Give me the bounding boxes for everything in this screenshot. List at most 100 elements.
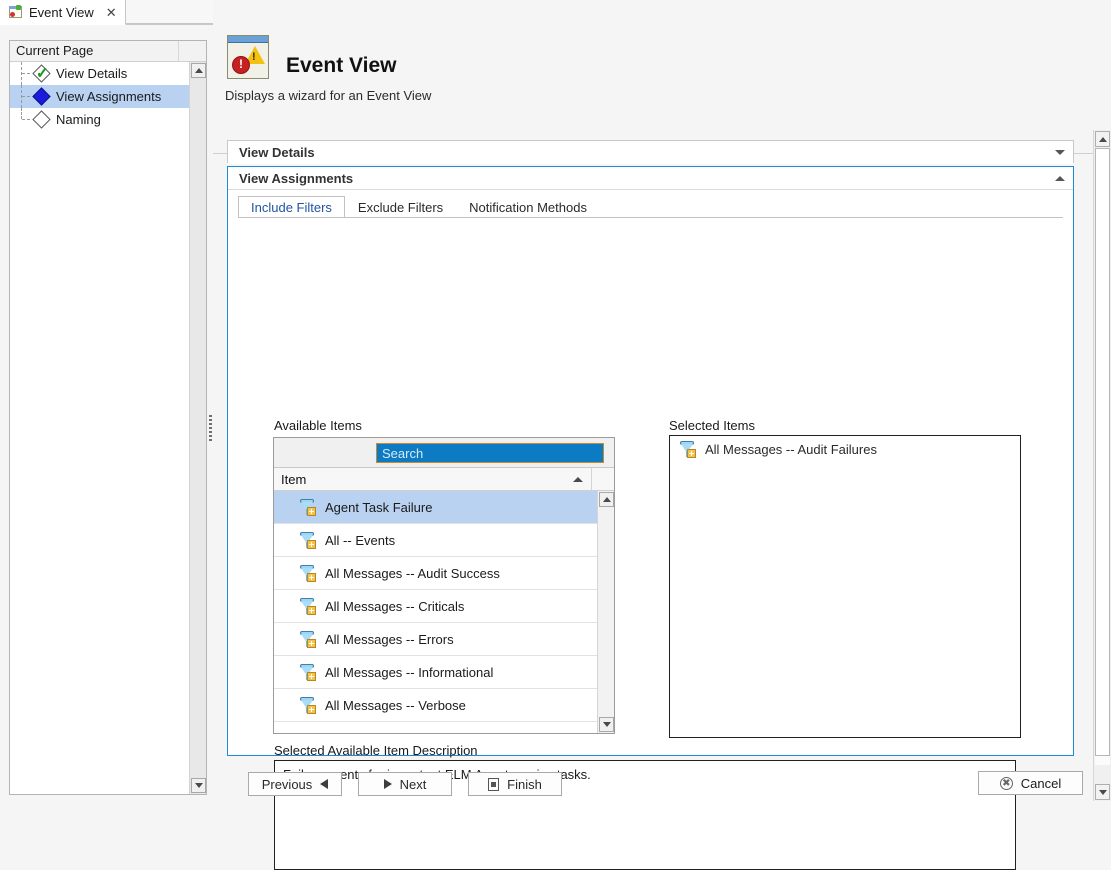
available-items-panel: Item Agent Task Failure <box>273 437 615 734</box>
scroll-down-icon[interactable] <box>191 778 206 793</box>
available-list-scrollbar[interactable] <box>597 491 614 733</box>
page-title: Event View <box>286 54 397 77</box>
list-item[interactable]: All Messages -- Audit Success <box>274 557 597 590</box>
list-item-label: All Messages -- Audit Failures <box>705 441 877 457</box>
chevron-up-icon[interactable] <box>1055 175 1065 181</box>
panel-header-view-assignments[interactable]: View Assignments <box>228 167 1073 190</box>
list-item[interactable]: Agent Task Failure <box>274 491 597 524</box>
column-header-item[interactable]: Item <box>274 468 592 490</box>
diamond-empty-icon <box>32 109 52 130</box>
available-items-label: Available Items <box>274 418 362 433</box>
tree-dash <box>22 96 30 97</box>
list-item-label: All Messages -- Errors <box>325 631 454 647</box>
description-label: Selected Available Item Description <box>274 743 478 758</box>
tab-event-view[interactable]: Event View ✕ <box>0 0 126 25</box>
scroll-up-icon[interactable] <box>599 492 614 507</box>
sort-ascending-icon[interactable] <box>573 476 583 482</box>
tree-dash <box>22 119 30 120</box>
diamond-filled-icon <box>32 86 52 107</box>
finish-label: Finish <box>507 776 542 792</box>
scroll-up-icon[interactable] <box>191 63 206 78</box>
finish-button[interactable]: Finish <box>468 772 562 796</box>
sidebar-item-label: View Details <box>56 66 128 81</box>
list-item-label: All Messages -- Verbose <box>325 697 466 713</box>
cancel-icon: ✖ <box>999 776 1013 790</box>
tab-exclude-filters[interactable]: Exclude Filters <box>345 196 456 218</box>
splitter-grip-icon <box>209 415 212 441</box>
panel-view-assignments: View Assignments Include Filters Exclude… <box>227 166 1074 870</box>
sidebar-item-label: View Assignments <box>56 89 162 104</box>
chevron-down-icon[interactable] <box>1055 150 1065 155</box>
selected-items-list: All Messages -- Audit Failures <box>669 435 1021 738</box>
sidebar-header: Current Page <box>10 41 206 62</box>
chevron-left-icon <box>320 779 329 789</box>
wizard-footer: Previous Next Finish ✖ Cancel <box>227 768 1097 801</box>
sidebar-header-spacer <box>179 41 206 61</box>
panel-title: View Details <box>239 145 315 160</box>
tab-label: Event View <box>29 4 94 20</box>
scroll-down-icon[interactable] <box>599 717 614 732</box>
previous-label: Previous <box>261 776 313 792</box>
finish-icon <box>488 777 500 791</box>
filter-icon <box>298 530 318 550</box>
panel-header-view-details[interactable]: View Details <box>228 141 1073 164</box>
tab-include-filters[interactable]: Include Filters <box>238 196 345 218</box>
filter-icon <box>298 695 318 715</box>
list-item[interactable]: All Messages -- Criticals <box>274 590 597 623</box>
filter-icon <box>298 596 318 616</box>
scroll-up-icon[interactable] <box>1095 131 1110 147</box>
cancel-button[interactable]: ✖ Cancel <box>978 771 1083 795</box>
list-item[interactable]: All Messages -- Verbose <box>274 689 597 722</box>
column-header-label: Item <box>281 471 307 487</box>
sidebar-scrollbar[interactable] <box>189 62 206 794</box>
filter-icon <box>298 497 318 517</box>
available-list-header[interactable]: Item <box>274 468 614 491</box>
list-item[interactable]: All Messages -- Errors <box>274 623 597 656</box>
filter-icon <box>298 563 318 583</box>
event-view-icon <box>7 4 23 20</box>
content-scrollbar[interactable] <box>1093 130 1111 801</box>
wizard-header: ! ! Event View Displays a wizard for an … <box>213 27 1111 154</box>
search-input[interactable] <box>376 443 604 463</box>
panel-title: View Assignments <box>239 170 354 186</box>
list-item-label: All -- Events <box>325 532 396 548</box>
sidebar-item-view-details[interactable]: ✓ View Details <box>10 62 189 85</box>
current-page-sidebar: Current Page ✓ View Details View Assignm… <box>9 40 207 795</box>
filter-icon <box>678 439 698 459</box>
list-item[interactable]: All Messages -- Audit Failures <box>670 436 1020 462</box>
cancel-label: Cancel <box>1020 775 1062 791</box>
tree-dash <box>22 73 30 74</box>
tree-connector <box>21 108 22 119</box>
selected-items-label: Selected Items <box>669 418 755 433</box>
tab-underline <box>238 217 1063 218</box>
close-icon[interactable]: ✕ <box>106 6 117 19</box>
list-item-label: All Messages -- Informational <box>325 664 494 680</box>
list-item[interactable]: All -- Events <box>274 524 597 557</box>
sidebar-item-view-assignments[interactable]: View Assignments <box>10 85 189 108</box>
sidebar-item-label: Naming <box>56 112 101 127</box>
scroll-down-icon[interactable] <box>1095 784 1110 800</box>
tab-notification-methods[interactable]: Notification Methods <box>456 196 600 218</box>
list-item-label: All Messages -- Criticals <box>325 598 465 614</box>
wizard-content: ! ! Event View Displays a wizard for an … <box>213 0 1111 870</box>
available-items-list: Agent Task Failure All -- Events All Mes… <box>274 491 597 733</box>
filter-tabs: Include Filters Exclude Filters Notifica… <box>238 196 600 218</box>
next-button[interactable]: Next <box>358 772 452 796</box>
event-view-large-icon: ! ! <box>227 35 269 79</box>
wizard-page-tree: ✓ View Details View Assignments Naming <box>10 62 189 794</box>
search-row <box>274 438 614 468</box>
list-item[interactable]: All Messages -- Informational <box>274 656 597 689</box>
panel-view-details[interactable]: View Details <box>227 140 1074 164</box>
filter-icon <box>298 629 318 649</box>
sidebar-header-label: Current Page <box>10 41 179 61</box>
accordion-area: View Details View Assignments Include Fi… <box>227 140 1089 870</box>
chevron-right-icon <box>383 779 392 789</box>
next-label: Next <box>399 776 427 792</box>
filter-icon <box>298 662 318 682</box>
scrollbar-thumb[interactable] <box>1095 148 1110 756</box>
sidebar-item-naming[interactable]: Naming <box>10 108 189 131</box>
previous-button[interactable]: Previous <box>248 772 342 796</box>
page-subtitle: Displays a wizard for an Event View <box>225 88 432 103</box>
check-icon: ✓ <box>32 63 52 84</box>
list-item-label: All Messages -- Audit Success <box>325 565 500 581</box>
